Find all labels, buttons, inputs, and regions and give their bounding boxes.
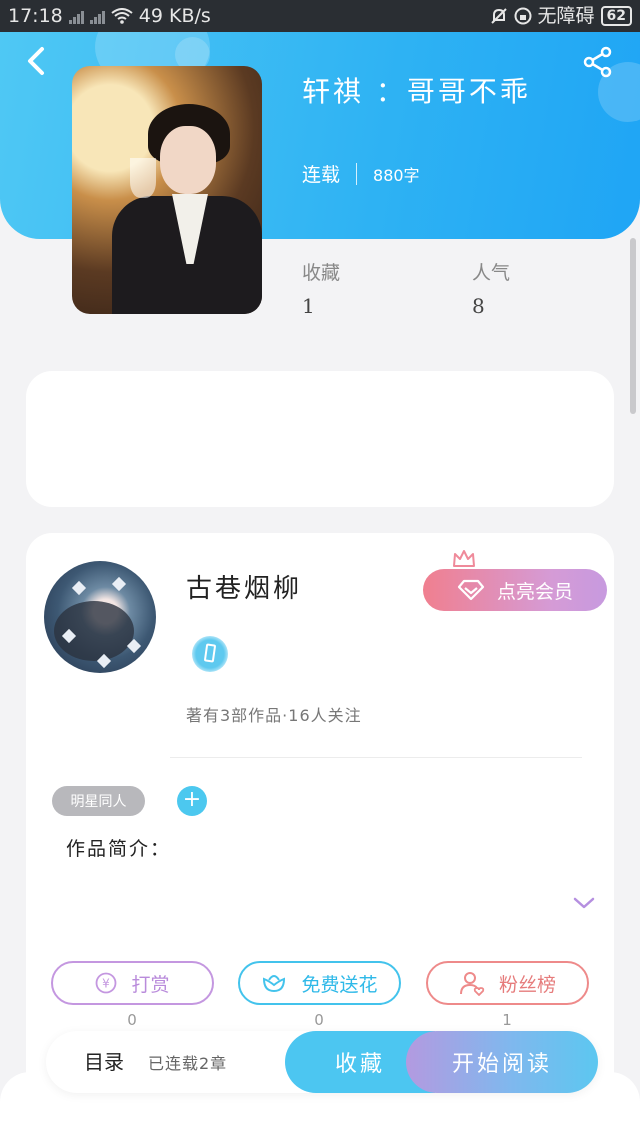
meta-divider	[356, 162, 358, 185]
popularity-label: 人气	[472, 262, 511, 284]
send-flower-button[interactable]: 免费送花	[238, 961, 401, 1005]
fans-count: 1	[502, 1011, 512, 1029]
status-time: 17:18	[8, 5, 63, 27]
popularity-value: 8	[472, 294, 485, 318]
signal-1-icon	[68, 8, 84, 24]
word-count: 880字	[373, 165, 420, 185]
network-speed: 49 KB/s	[138, 5, 211, 27]
lock-rotation-icon	[514, 7, 531, 25]
accessibility-label: 无障碍	[537, 5, 595, 27]
send-flower-label: 免费送花	[301, 973, 378, 996]
book-cover[interactable]	[72, 66, 262, 314]
status-bar: 17:18 49 KB/s 无障碍 62	[0, 0, 640, 32]
book-meta: 连载 880字	[302, 160, 420, 187]
reward-button[interactable]: ¥ 打赏	[51, 961, 214, 1005]
flower-icon	[263, 975, 286, 993]
divider	[170, 757, 582, 758]
book-title: 轩祺 ：哥哥不乖	[302, 75, 531, 108]
fans-rank-button[interactable]: 粉丝榜	[426, 961, 589, 1005]
serial-status: 连载	[302, 164, 341, 186]
signal-2-icon	[89, 8, 105, 24]
vip-button[interactable]: 点亮会员	[423, 569, 607, 611]
author-avatar[interactable]	[44, 561, 156, 673]
phone-badge-icon	[192, 636, 228, 672]
fans-rank-label: 粉丝榜	[498, 973, 556, 996]
expand-chevron-icon[interactable]	[571, 892, 597, 914]
battery-icon: 62	[600, 6, 632, 26]
blank-card	[26, 371, 614, 507]
diamond-icon	[457, 579, 485, 601]
svg-text:¥: ¥	[103, 977, 111, 991]
fans-icon	[459, 972, 485, 996]
share-button[interactable]	[582, 46, 614, 78]
toc-button[interactable]: 目录	[84, 1046, 124, 1075]
chapter-count: 已连载2章	[148, 1054, 228, 1073]
vip-label: 点亮会员	[496, 580, 573, 603]
yen-icon: ¥	[96, 972, 117, 994]
reward-count: 0	[127, 1011, 137, 1029]
reward-label: 打赏	[131, 973, 170, 996]
mute-bell-icon	[490, 8, 507, 24]
favorites-value: 1	[302, 294, 315, 318]
favorites-label: 收藏	[302, 262, 341, 284]
crown-icon	[453, 550, 475, 567]
flower-count: 0	[314, 1011, 324, 1029]
wifi-icon	[111, 8, 133, 24]
tag-chip[interactable]: 明星同人	[52, 786, 145, 816]
start-reading-button[interactable]: 开始阅读	[406, 1031, 598, 1093]
back-button[interactable]	[22, 44, 52, 78]
author-summary: 著有3部作品·16人关注	[186, 706, 362, 725]
author-name[interactable]: 古巷烟柳	[186, 568, 302, 605]
scrollbar[interactable]	[630, 238, 636, 414]
add-tag-button[interactable]: +	[177, 786, 207, 816]
intro-label: 作品简介：	[66, 838, 172, 860]
